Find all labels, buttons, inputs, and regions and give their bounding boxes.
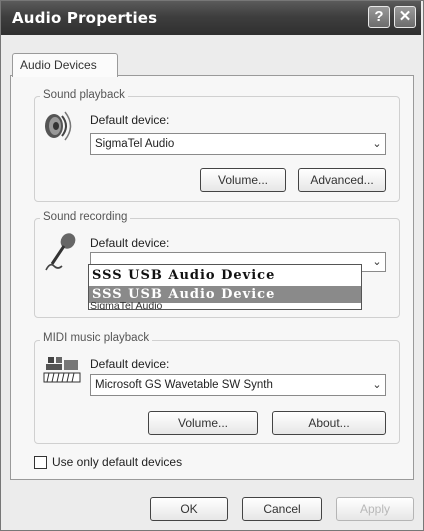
- midi-volume-button[interactable]: Volume...: [148, 411, 258, 435]
- apply-button[interactable]: Apply: [336, 497, 414, 521]
- tab-audio-devices[interactable]: Audio Devices: [12, 53, 118, 77]
- close-button[interactable]: ✕: [394, 6, 416, 28]
- sound-recording-label: Sound recording: [40, 211, 131, 223]
- playback-device-value: SigmaTel Audio: [95, 138, 175, 150]
- ok-button[interactable]: OK: [150, 497, 228, 521]
- chevron-down-icon[interactable]: ⌄: [366, 376, 384, 394]
- cancel-button[interactable]: Cancel: [242, 497, 322, 521]
- playback-volume-button[interactable]: Volume...: [200, 168, 286, 192]
- window-title: Audio Properties: [12, 9, 158, 27]
- playback-default-device-label: Default device:: [90, 113, 170, 127]
- use-default-devices-checkbox[interactable]: [34, 456, 47, 469]
- midi-device-select[interactable]: Microsoft GS Wavetable SW Synth ⌄: [90, 374, 386, 396]
- dropdown-option[interactable]: SigmaTel Audio: [90, 302, 162, 310]
- dropdown-option[interactable]: SSS USB Audio Device: [89, 268, 361, 286]
- playback-device-select[interactable]: SigmaTel Audio ⌄: [90, 133, 386, 155]
- midi-keyboard-icon: [42, 356, 82, 384]
- sound-playback-label: Sound playback: [40, 89, 128, 101]
- recording-device-dropdown[interactable]: SSS USB Audio Device SSS USB Audio Devic…: [88, 264, 362, 310]
- chevron-down-icon[interactable]: ⌄: [366, 135, 384, 153]
- midi-default-device-label: Default device:: [90, 357, 170, 371]
- microphone-icon: [44, 232, 78, 272]
- close-icon: ✕: [398, 8, 412, 25]
- dropdown-option-selected[interactable]: SSS USB Audio Device: [89, 286, 361, 303]
- midi-playback-label: MIDI music playback: [40, 332, 153, 344]
- speaker-icon: [40, 108, 76, 144]
- help-button[interactable]: ?: [368, 6, 390, 28]
- advanced-button[interactable]: Advanced...: [298, 168, 386, 192]
- use-default-devices-label[interactable]: Use only default devices: [52, 455, 182, 469]
- about-button[interactable]: About...: [272, 411, 386, 435]
- chevron-down-icon[interactable]: ⌄: [366, 253, 384, 271]
- recording-default-device-label: Default device:: [90, 236, 170, 250]
- midi-device-value: Microsoft GS Wavetable SW Synth: [95, 379, 273, 391]
